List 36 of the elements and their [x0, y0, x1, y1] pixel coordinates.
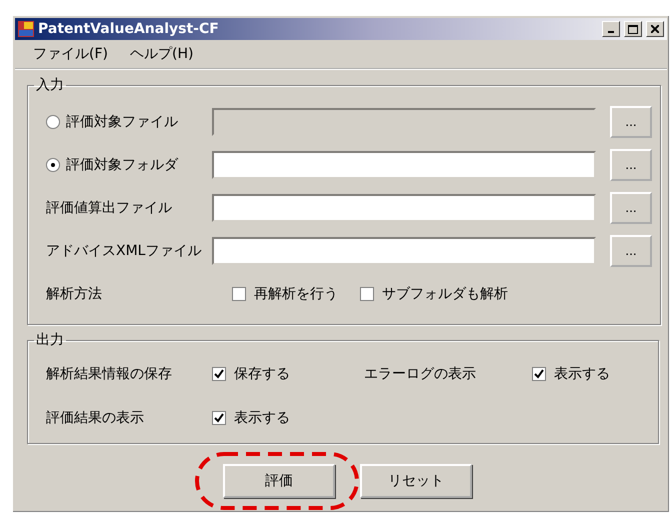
- browse-button[interactable]: ...: [610, 148, 652, 180]
- checkbox-label[interactable]: 表示する: [234, 409, 290, 427]
- field-label: 評価値算出ファイル: [46, 198, 173, 216]
- action-button[interactable]: 評価: [223, 464, 335, 498]
- path-field[interactable]: [212, 150, 596, 178]
- close-button[interactable]: [646, 21, 664, 37]
- radio-label[interactable]: 評価対象フォルダ: [66, 156, 178, 174]
- checkbox[interactable]: [360, 287, 374, 301]
- close-icon: [651, 25, 659, 33]
- maximize-icon: [628, 24, 638, 34]
- checkbox-label[interactable]: 表示する: [554, 365, 610, 383]
- checkbox[interactable]: [532, 367, 546, 381]
- path-field[interactable]: [212, 194, 596, 222]
- menu-item[interactable]: ファイル(F): [33, 45, 108, 63]
- checkbox-label[interactable]: 保存する: [234, 365, 290, 383]
- checkbox[interactable]: [232, 287, 246, 301]
- app-icon: [18, 21, 34, 37]
- field-label: 評価結果の表示: [46, 409, 145, 427]
- window-title: PatentValueAnalyst-CF: [38, 21, 220, 37]
- menu-item[interactable]: ヘルプ(H): [130, 45, 194, 63]
- browse-button[interactable]: ...: [610, 234, 652, 266]
- browse-button[interactable]: ...: [610, 192, 652, 224]
- field-label: 解析方法: [46, 285, 103, 303]
- group-title: 入力: [35, 76, 65, 94]
- path-field[interactable]: [212, 236, 596, 264]
- checkbox-label[interactable]: サブフォルダも解析: [382, 285, 508, 303]
- field-label: 解析結果情報の保存: [46, 365, 173, 383]
- group-title: 出力: [35, 331, 65, 349]
- checkbox[interactable]: [212, 411, 226, 425]
- action-button[interactable]: リセット: [360, 464, 472, 498]
- maximize-button[interactable]: [624, 21, 642, 37]
- radio-button[interactable]: [46, 158, 60, 172]
- checkbox-label[interactable]: 再解析を行う: [254, 285, 338, 303]
- checkbox[interactable]: [212, 367, 226, 381]
- minimize-button[interactable]: [602, 21, 620, 37]
- field-label: エラーログの表示: [364, 365, 477, 383]
